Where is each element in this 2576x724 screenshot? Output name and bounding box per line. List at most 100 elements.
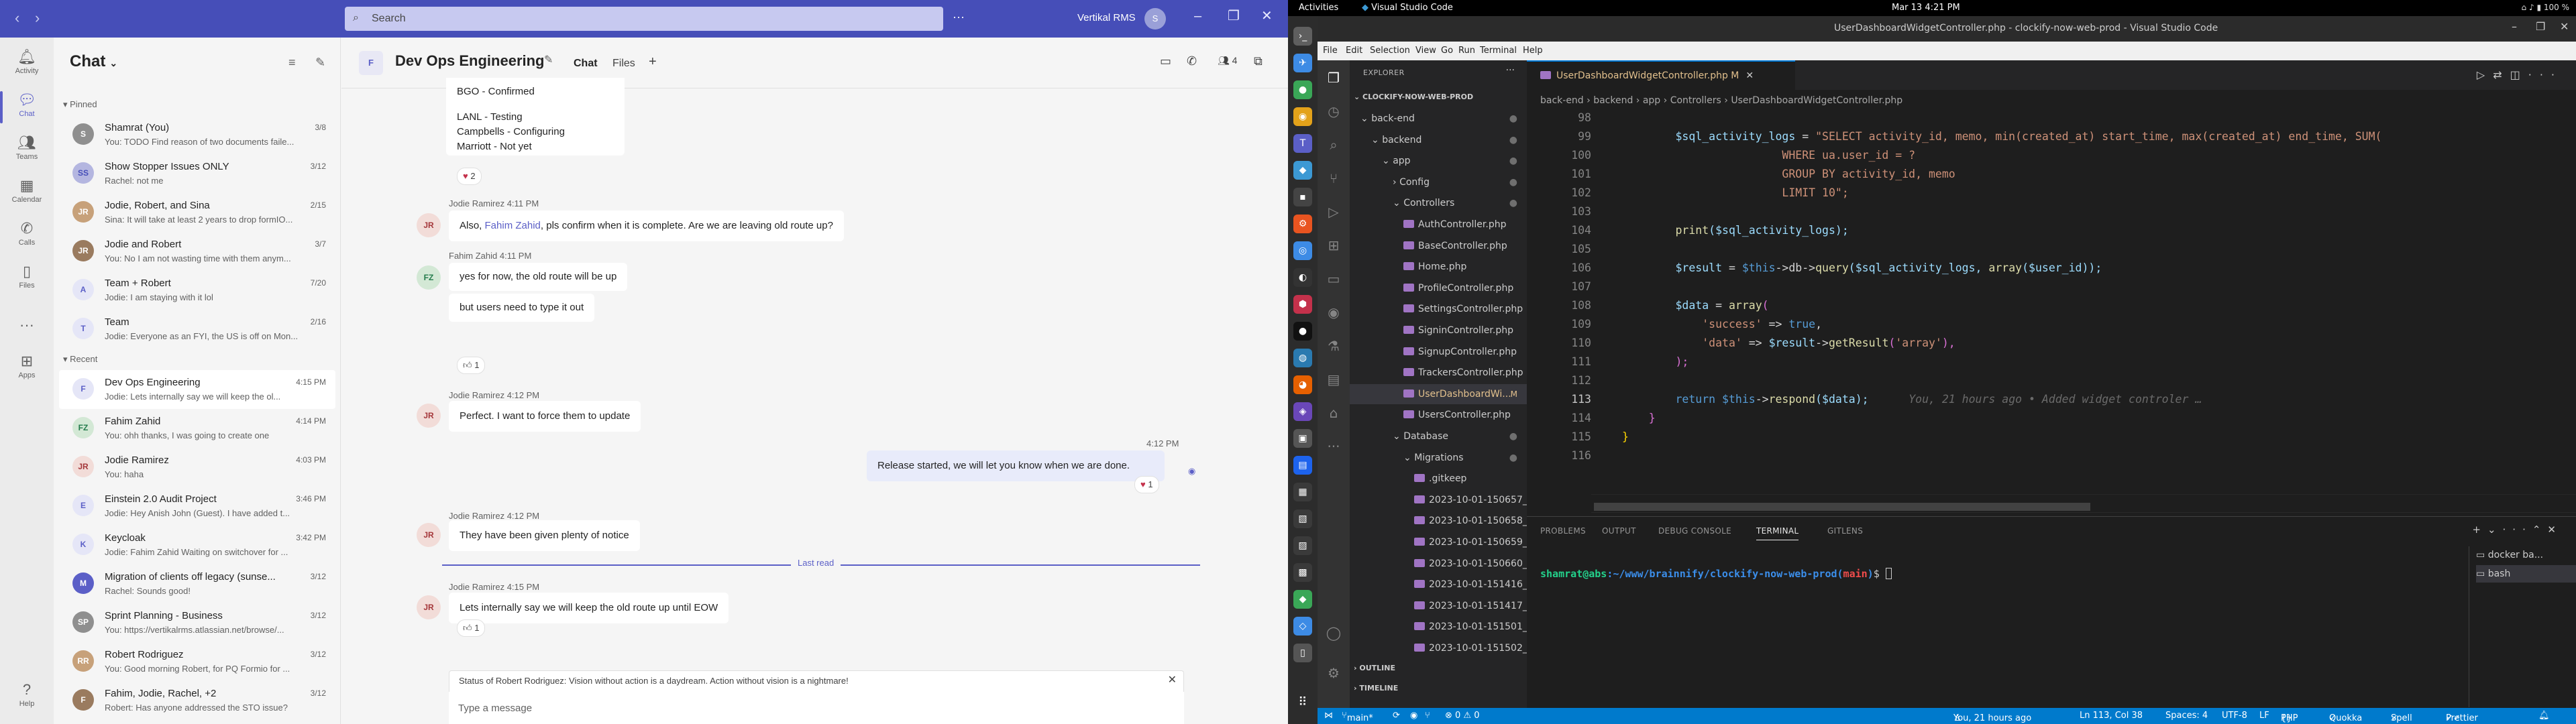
- chat-item[interactable]: T Team 2/16 Jodie: Everyone as an FYI, the …: [59, 310, 335, 349]
- close-icon[interactable]: ✕: [1168, 675, 1177, 686]
- system-tray[interactable]: ⌂ ♪ ▮ 100 %: [2521, 3, 2569, 12]
- rail-chat[interactable]: 💬︎ Chat: [0, 86, 54, 129]
- tree-file[interactable]: Home.php: [1350, 257, 1527, 277]
- tab-output[interactable]: OUTPUT: [1602, 526, 1636, 536]
- message-bubble[interactable]: They have been given plenty of notice: [449, 520, 640, 551]
- terminal-instance[interactable]: ▭ bash: [2476, 565, 2576, 583]
- split-icon[interactable]: ◫: [2510, 68, 2528, 81]
- more-icon[interactable]: ···: [2528, 68, 2563, 81]
- tab-debug-console[interactable]: DEBUG CONSOLE: [1658, 526, 1731, 536]
- panel-actions[interactable]: +⌄···⌃✕: [2472, 524, 2563, 536]
- video-call-icon[interactable]: ▭: [1160, 55, 1171, 67]
- tree-folder[interactable]: ⌄ backend ●: [1350, 130, 1527, 150]
- message-bubble[interactable]: BGO - Confirmed LANL - Testing Campbells…: [446, 78, 625, 156]
- menu-run[interactable]: Run: [1458, 46, 1475, 56]
- menu-file[interactable]: File: [1323, 46, 1338, 56]
- docker-icon[interactable]: ▤: [1293, 456, 1312, 475]
- chat-item-active[interactable]: F Dev Ops Engineering 4:15 PM Jodie: Lets i…: [59, 370, 335, 409]
- new-chat-icon[interactable]: ✎: [315, 56, 325, 68]
- tree-folder[interactable]: › Config ●: [1350, 172, 1527, 192]
- tree-file[interactable]: 2023-10-01-151501_C...: [1350, 617, 1543, 637]
- remote-icon[interactable]: ⋈: [1324, 711, 1333, 721]
- rail-help[interactable]: ? Help: [0, 676, 54, 719]
- app-icon[interactable]: ▩: [1293, 563, 1312, 582]
- indentation[interactable]: Spaces: 4: [2165, 711, 2208, 721]
- timeline-section[interactable]: › TIMELINE: [1354, 684, 1398, 692]
- breadcrumb[interactable]: back-end › backend › app › Controllers ›…: [1540, 95, 1902, 106]
- tree-file[interactable]: 2023-10-01-150657_C...: [1350, 490, 1543, 510]
- problems-indicator[interactable]: ⊗ 0 ⚠ 0: [1445, 711, 1480, 721]
- close-panel-icon[interactable]: ✕: [2547, 524, 2563, 536]
- tree-folder[interactable]: ⌄ back-end ●: [1350, 109, 1527, 129]
- chat-item[interactable]: FZ Fahim Zahid 4:14 PM You: ohh thanks, I w…: [59, 409, 335, 448]
- rail-teams[interactable]: 👥︎ Teams: [0, 129, 54, 172]
- chat-list-title[interactable]: Chat ⌄: [70, 52, 117, 71]
- firefox-icon[interactable]: ◕: [1293, 375, 1312, 394]
- rail-calls[interactable]: ✆ Calls: [0, 215, 54, 257]
- more-icon[interactable]: ···: [1324, 437, 1343, 456]
- app-icon[interactable]: ◐: [1293, 268, 1312, 287]
- app-icon[interactable]: ▦: [1293, 483, 1312, 501]
- tree-file[interactable]: 2023-10-01-151416_C...: [1350, 575, 1543, 595]
- tree-file[interactable]: 2023-10-01-150658_C...: [1350, 511, 1543, 531]
- message-bubble[interactable]: but users need to type it out: [449, 294, 595, 322]
- workspace-root[interactable]: ⌄ CLOCKIFY-NOW-WEB-PROD: [1354, 93, 1473, 101]
- more-icon[interactable]: ···: [953, 11, 965, 23]
- add-tab-icon[interactable]: +: [649, 55, 657, 68]
- tree-folder[interactable]: ⌄ app ●: [1350, 151, 1527, 171]
- message-bubble[interactable]: Lets internally say we will keep the old…: [449, 593, 729, 623]
- chat-item[interactable]: SP Sprint Planning - Business 3/12 You: htt…: [59, 603, 335, 642]
- app-icon[interactable]: ▧: [1293, 509, 1312, 528]
- tree-file[interactable]: ProfileController.php: [1350, 278, 1527, 298]
- outline-section[interactable]: › OUTLINE: [1354, 664, 1395, 672]
- rail-calendar[interactable]: ▦ Calendar: [0, 172, 54, 215]
- chat-item[interactable]: M Migration of clients off legacy (sunse.…: [59, 564, 335, 603]
- tree-file[interactable]: SignupController.php: [1350, 342, 1527, 362]
- tree-file[interactable]: .gitkeep: [1350, 469, 1527, 489]
- reaction-thumbs[interactable]: 👍︎ 1: [457, 619, 486, 637]
- tree-file[interactable]: SettingsController.php: [1350, 299, 1527, 319]
- tree-file[interactable]: UsersController.php: [1350, 405, 1527, 425]
- mention-link[interactable]: Fahim Zahid: [485, 220, 541, 231]
- tab-files[interactable]: Files: [612, 58, 635, 70]
- telegram-icon[interactable]: ✈: [1293, 54, 1312, 72]
- docker-icon[interactable]: ▤: [1324, 370, 1343, 389]
- compare-icon[interactable]: ⇄: [2493, 68, 2510, 81]
- back-icon[interactable]: ‹: [15, 11, 19, 25]
- tree-file[interactable]: SigninController.php: [1350, 320, 1527, 341]
- avatar[interactable]: S: [1144, 8, 1166, 29]
- editor-actions[interactable]: ▷⇄◫···: [2477, 68, 2563, 81]
- my-message-bubble[interactable]: Release started, we will let you know wh…: [867, 450, 1165, 481]
- tree-file[interactable]: AuthController.php: [1350, 215, 1527, 235]
- tree-folder[interactable]: ⌄ Database ●: [1350, 426, 1527, 446]
- maximize-icon[interactable]: ❐: [1228, 9, 1240, 23]
- tab-terminal[interactable]: TERMINAL: [1756, 526, 1799, 540]
- chat-item[interactable]: JR Jodie Ramirez 4:03 PM You: haha: [59, 448, 335, 487]
- reaction-thumbs[interactable]: 👍︎ 1: [457, 357, 486, 374]
- reaction-heart[interactable]: ♥ 2: [457, 168, 482, 185]
- edit-icon[interactable]: ✎: [544, 55, 553, 66]
- maximize-icon[interactable]: ❐: [2536, 21, 2545, 32]
- menu-edit[interactable]: Edit: [1346, 46, 1362, 56]
- participants-button[interactable]: 👥︎ 4: [1218, 55, 1237, 66]
- chat-item[interactable]: F Fahim, Jodie, Rachel, +2 3/12 Robert: Has…: [59, 681, 335, 720]
- menu-go[interactable]: Go: [1441, 46, 1453, 56]
- tree-file[interactable]: 2023-10-01-150659_C...: [1350, 532, 1543, 552]
- graph-icon[interactable]: ⑂: [1425, 711, 1430, 721]
- reaction-heart[interactable]: ♥ 1: [1134, 476, 1159, 493]
- tree-folder[interactable]: ⌄ Controllers ●: [1350, 193, 1527, 213]
- close-tab-icon[interactable]: ✕: [1746, 70, 1754, 81]
- message-bubble[interactable]: Also, Fahim Zahid, pls confirm when it i…: [449, 210, 844, 241]
- tree-file[interactable]: 2023-10-01-151502_C...: [1350, 638, 1543, 658]
- gear-icon[interactable]: ⚙: [1324, 664, 1343, 682]
- app-icon[interactable]: ◆: [1293, 590, 1312, 609]
- rail-apps[interactable]: ⊞ Apps: [0, 347, 54, 390]
- app-icon[interactable]: ▪: [1293, 188, 1312, 206]
- remote-explorer-icon[interactable]: ▭: [1324, 269, 1343, 288]
- chat-item[interactable]: SS Show Stopper Issues ONLY 3/12 Rachel: no…: [59, 154, 335, 193]
- vscode-icon[interactable]: ◆: [1293, 161, 1312, 180]
- message-input[interactable]: Type a message: [449, 692, 1184, 724]
- chat-item[interactable]: A Team + Robert 7/20 Jodie: I am staying wi…: [59, 271, 335, 310]
- teams-icon[interactable]: T: [1293, 134, 1312, 153]
- app-icon[interactable]: ●: [1293, 322, 1312, 341]
